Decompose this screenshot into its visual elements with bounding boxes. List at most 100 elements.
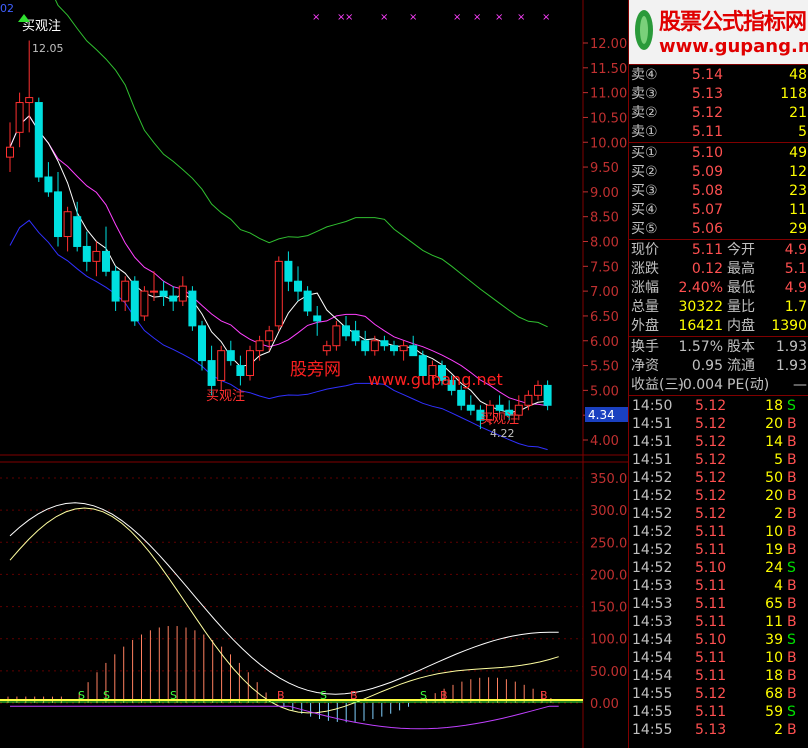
kline-chart-area[interactable]: 12.00 11.50 11.00 10.50 10.00 9.50 9.00 8.50 8.0… — [0, 0, 628, 748]
tick-price: 5.11 — [695, 578, 727, 594]
cross-marker-icon: × — [453, 12, 461, 23]
stat-row: 外盘 16421 内盘 1390 — [629, 317, 808, 336]
indicator-line-purple — [10, 705, 559, 730]
price-axis-label: 6.50 — [590, 310, 619, 325]
tick-price: 5.11 — [695, 668, 727, 684]
watermark-url: www.gupang.net — [368, 370, 503, 389]
tick-volume: 11 — [765, 614, 783, 630]
tick-side: B — [787, 686, 797, 702]
stat-label: 外盘 — [631, 318, 659, 334]
tick-row[interactable]: 14:52 5.10 24 S — [629, 559, 808, 577]
tick-volume: 5 — [774, 452, 783, 468]
tick-time: 14:52 — [632, 506, 673, 522]
tick-price: 5.12 — [695, 416, 727, 432]
tick-row[interactable]: 14:51 5.12 20 B — [629, 415, 808, 433]
tick-row[interactable]: 14:53 5.11 11 B — [629, 613, 808, 631]
signal-marker: B — [350, 689, 358, 702]
tick-row[interactable]: 14:52 5.11 10 B — [629, 523, 808, 541]
candle-body — [390, 345, 398, 352]
tick-volume: 68 — [765, 686, 783, 702]
stat-row: 净资 0.95 流通 1.93 — [629, 357, 808, 376]
tick-side: B — [787, 722, 797, 738]
logo-title: 股票公式指标网 — [659, 10, 807, 35]
tick-row[interactable]: 14:52 5.12 20 B — [629, 487, 808, 505]
signal-marker: S — [170, 689, 177, 702]
tick-row[interactable]: 14:52 5.11 19 B — [629, 541, 808, 559]
stat-label-2: 最低 — [727, 280, 755, 296]
tick-row[interactable]: 14:54 5.11 18 B — [629, 667, 808, 685]
tick-row[interactable]: 14:52 5.12 2 B — [629, 505, 808, 523]
bid-volume: 49 — [789, 145, 807, 161]
tick-volume: 18 — [765, 668, 783, 684]
stat-label: 净资 — [631, 358, 659, 374]
stat-row: 收益(三) -0.004 PE(动) — — [629, 376, 808, 395]
bid-label: 买② — [631, 164, 658, 180]
candle-body — [217, 350, 226, 381]
tick-row[interactable]: 14:55 5.13 2 B — [629, 721, 808, 739]
tick-row[interactable]: 14:53 5.11 4 B — [629, 577, 808, 595]
tick-side: B — [787, 506, 797, 522]
ask-row[interactable]: 卖② 5.12 21 — [629, 104, 808, 123]
indicator-axis-label: 50.00 — [590, 665, 627, 680]
signal-marker: B — [277, 689, 285, 702]
tick-time: 14:51 — [632, 434, 673, 450]
stat-label-2: 今开 — [727, 242, 755, 258]
tick-volume: 14 — [765, 434, 783, 450]
tick-row[interactable]: 14:54 5.11 10 B — [629, 649, 808, 667]
ask-row[interactable]: 卖① 5.11 5 — [629, 123, 808, 142]
tick-row[interactable]: 14:55 5.11 59 S — [629, 703, 808, 721]
tick-volume: 39 — [765, 632, 783, 648]
candle-body — [6, 146, 14, 158]
tick-price: 5.12 — [695, 470, 727, 486]
tick-time: 14:52 — [632, 542, 673, 558]
tick-volume: 18 — [765, 398, 783, 414]
ask-volume: 48 — [789, 67, 807, 83]
tick-price: 5.10 — [695, 560, 727, 576]
bid-row[interactable]: 买③ 5.08 23 — [629, 182, 808, 201]
stat-value-2: 1.93 — [775, 339, 807, 355]
stat-label-2: 股本 — [727, 339, 755, 355]
bid-row[interactable]: 买④ 5.07 11 — [629, 201, 808, 220]
stat-value-2: — — [793, 377, 807, 393]
tick-row[interactable]: 14:55 5.12 68 B — [629, 685, 808, 703]
bid-row[interactable]: 买② 5.09 12 — [629, 163, 808, 182]
candle-body — [294, 280, 302, 292]
signal-marker: S — [320, 689, 327, 702]
stat-value-2: 1390 — [771, 318, 807, 334]
tick-row[interactable]: 14:51 5.12 14 B — [629, 433, 808, 451]
tick-row[interactable]: 14:51 5.12 5 B — [629, 451, 808, 469]
price-axis-label: 11.50 — [590, 62, 627, 77]
stat-value: 1.57% — [678, 339, 723, 355]
tick-volume: 20 — [765, 416, 783, 432]
tick-row[interactable]: 14:54 5.10 39 S — [629, 631, 808, 649]
bid-label: 买⑤ — [631, 221, 658, 237]
price-axis-label: 7.00 — [590, 285, 619, 300]
tick-row[interactable]: 14:50 5.12 18 S — [629, 397, 808, 415]
price-axis-label: 12.00 — [590, 37, 627, 52]
bid-row[interactable]: 买⑤ 5.06 29 — [629, 220, 808, 239]
tick-row[interactable]: 14:52 5.12 50 B — [629, 469, 808, 487]
tick-time: 14:55 — [632, 686, 673, 702]
stat-row: 涨跌 0.12 最高 5.1 — [629, 260, 808, 279]
tick-row[interactable]: 14:53 5.11 65 B — [629, 595, 808, 613]
candle-body — [102, 250, 110, 272]
ask-row[interactable]: 卖③ 5.13 118 — [629, 85, 808, 104]
signal-marker: S — [420, 689, 427, 702]
tick-price: 5.11 — [695, 596, 727, 612]
cross-marker-icon: × — [473, 12, 481, 23]
ask-price: 5.12 — [691, 105, 723, 121]
kline-chart-svg[interactable]: 12.00 11.50 11.00 10.50 10.00 9.50 9.00 8.50 8.0… — [0, 0, 628, 748]
tick-side: B — [787, 578, 797, 594]
tick-side: B — [787, 614, 797, 630]
stat-value: 30322 — [678, 299, 723, 315]
candle-body — [54, 191, 62, 238]
stat-row: 现价 5.11 今开 4.9 — [629, 241, 808, 260]
current-price-tag: 4.34 — [588, 408, 615, 422]
tick-volume: 59 — [765, 704, 783, 720]
tick-volume: 2 — [774, 506, 783, 522]
bid-row[interactable]: 买① 5.10 49 — [629, 144, 808, 163]
candle-body — [466, 404, 475, 411]
site-logo[interactable]: 股票公式指标网 www.gupang.net — [629, 0, 808, 64]
ask-row[interactable]: 卖④ 5.14 48 — [629, 66, 808, 85]
stat-value: 5.11 — [691, 242, 723, 258]
